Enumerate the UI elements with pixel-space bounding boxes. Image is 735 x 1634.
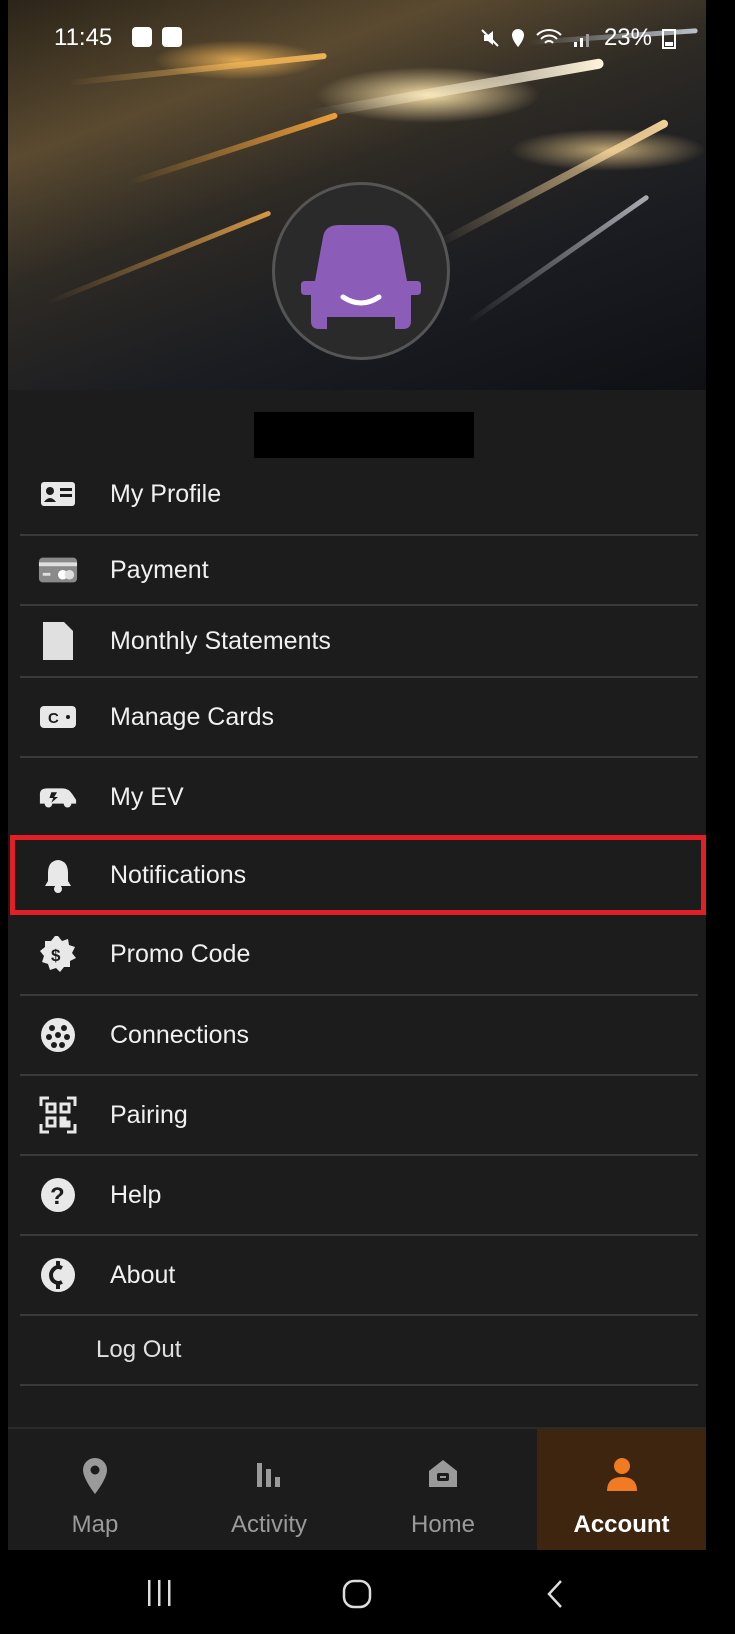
menu-item-monthly-statements[interactable]: Monthly Statements	[8, 606, 698, 676]
credit-card-icon	[38, 552, 78, 588]
svg-text:?: ?	[50, 1183, 65, 1210]
menu-item-connections[interactable]: Connections	[8, 996, 698, 1074]
home-button-icon[interactable]	[341, 1578, 373, 1610]
logout-label: Log Out	[96, 1336, 182, 1363]
help-icon: ?	[38, 1177, 78, 1213]
system-navigation-bar	[8, 1550, 706, 1634]
status-time: 11:45	[54, 24, 113, 51]
menu-item-label: Payment	[110, 555, 209, 584]
bottom-navigation: Map Activity Home Account	[8, 1427, 706, 1552]
battery-icon	[662, 29, 676, 49]
menu-item-label: Monthly Statements	[110, 626, 331, 655]
menu-item-manage-cards[interactable]: C Manage Cards	[8, 678, 698, 756]
menu-item-label: Connections	[110, 1020, 249, 1049]
ev-car-icon	[38, 779, 78, 815]
recent-apps-icon[interactable]	[145, 1578, 175, 1608]
svg-text:C: C	[48, 710, 59, 727]
tab-activity[interactable]: Activity	[182, 1429, 356, 1552]
status-bar: 11:45 23%	[54, 24, 676, 54]
menu-item-label: Help	[110, 1180, 162, 1209]
menu-item-label: My Profile	[110, 479, 222, 508]
charge-card-icon: C	[38, 699, 78, 735]
username-redacted	[254, 412, 474, 458]
home-charger-icon	[356, 1457, 530, 1497]
menu-item-label: Promo Code	[110, 939, 251, 968]
person-icon	[537, 1457, 706, 1497]
tab-map[interactable]: Map	[8, 1429, 182, 1552]
about-logo-icon	[38, 1257, 78, 1293]
selected-item-highlight	[10, 835, 706, 915]
promo-badge-icon: $	[38, 936, 78, 972]
tab-label: Account	[573, 1511, 670, 1538]
menu-item-label: About	[110, 1260, 176, 1289]
account-screen: 11:45 23% My Profile Payment Monthly Sta…	[8, 0, 706, 1634]
tab-account[interactable]: Account	[537, 1429, 706, 1552]
menu-item-my-profile[interactable]: My Profile	[8, 458, 698, 530]
divider	[20, 1384, 698, 1386]
document-icon	[38, 622, 78, 660]
menu-item-help[interactable]: ? Help	[8, 1156, 698, 1234]
tab-label: Map	[71, 1511, 119, 1538]
menu-item-label: My EV	[110, 782, 184, 811]
menu-item-label: Pairing	[110, 1100, 188, 1129]
car-avatar-icon	[301, 225, 421, 329]
menu-item-about[interactable]: About	[8, 1236, 698, 1314]
battery-percent: 23%	[603, 24, 652, 51]
gallery-notification-icon	[132, 27, 152, 47]
svg-text:$: $	[51, 946, 61, 965]
menu-item-label: Manage Cards	[110, 702, 274, 731]
connector-icon	[38, 1017, 78, 1053]
qr-code-icon	[38, 1096, 78, 1134]
back-icon[interactable]	[544, 1578, 566, 1610]
menu-item-my-ev[interactable]: My EV	[8, 758, 698, 836]
tab-label: Activity	[230, 1511, 307, 1538]
mute-icon	[481, 29, 499, 47]
avatar[interactable]	[272, 182, 450, 360]
location-icon	[511, 29, 524, 47]
wifi-icon	[536, 29, 562, 44]
tab-home[interactable]: Home	[356, 1429, 530, 1552]
bar-chart-icon	[182, 1457, 356, 1497]
menu-item-payment[interactable]: Payment	[8, 536, 698, 604]
map-pin-icon	[8, 1457, 182, 1497]
menu-item-pairing[interactable]: Pairing	[8, 1076, 698, 1154]
tab-label: Home	[410, 1511, 476, 1538]
id-card-icon	[38, 476, 78, 512]
header-banner: 11:45 23%	[8, 0, 706, 390]
app-notification-icon	[162, 27, 182, 47]
signal-icon	[573, 34, 589, 47]
menu-item-promo-code[interactable]: $ Promo Code	[8, 916, 698, 992]
logout-button[interactable]: Log Out	[8, 1316, 698, 1384]
